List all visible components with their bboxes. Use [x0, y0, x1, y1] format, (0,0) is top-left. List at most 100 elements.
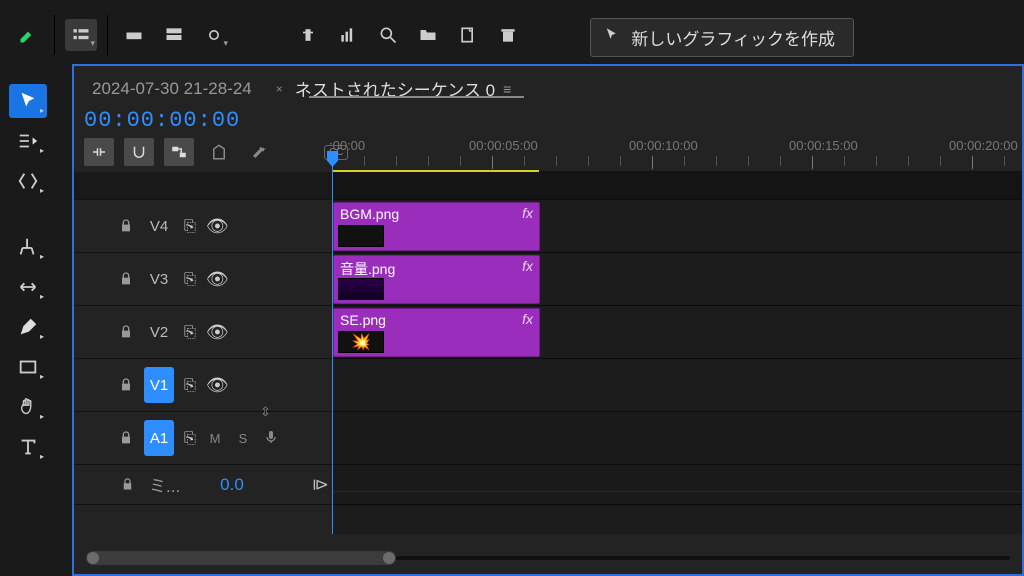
ruler-label: 00:00:05:00: [469, 138, 538, 153]
new-item-button[interactable]: [452, 19, 484, 51]
linked-selection-button[interactable]: [164, 138, 194, 166]
sequence-tab-inactive[interactable]: 2024-07-30 21-28-24: [92, 79, 252, 99]
track-header-a1[interactable]: A1 ⎘ M S ⇳: [74, 412, 332, 465]
clip-name: 音量.png: [340, 261, 395, 277]
active-tab-underline: [309, 96, 524, 98]
lock-icon[interactable]: [118, 324, 134, 340]
clip-fx-badge: fx: [522, 205, 533, 221]
single-track-button[interactable]: [118, 19, 150, 51]
track-header-v3[interactable]: V3 ⎘ 👁: [74, 253, 332, 306]
clip-thumbnail: 💥: [338, 331, 384, 353]
track-header-spacer: [74, 172, 332, 200]
toggle-output-icon[interactable]: 👁: [206, 375, 229, 396]
timeline-panel: 2024-07-30 21-28-24 × ネストされたシーケンス 0 ≡ 00…: [72, 64, 1024, 576]
lane-spacer: [333, 172, 1022, 200]
lock-icon[interactable]: [118, 377, 134, 393]
search-button[interactable]: [372, 19, 404, 51]
clip-v4[interactable]: BGM.png fx: [333, 202, 540, 251]
timeline-options-row: CC: [84, 138, 348, 166]
track-header-v1[interactable]: V1 ⎘ 👁: [74, 359, 332, 412]
lock-icon[interactable]: [118, 218, 134, 234]
clip-thumbnail: [338, 225, 384, 247]
track-header-v2[interactable]: V2 ⎘ 👁: [74, 306, 332, 359]
toggle-output-icon[interactable]: 👁: [206, 269, 229, 290]
collapse-icon[interactable]: ⧐: [312, 475, 329, 495]
lane-v2[interactable]: SE.png fx 💥: [333, 306, 1022, 359]
track-lanes[interactable]: BGM.png fx 音量.png fx SE.png fx 💥: [332, 172, 1022, 534]
playhead-timecode[interactable]: 00:00:00:00: [84, 108, 240, 133]
mix-value[interactable]: 0.0: [220, 475, 244, 495]
pen-tool[interactable]: ▸: [9, 310, 47, 344]
snap-button[interactable]: [124, 138, 154, 166]
hand-tool[interactable]: ▸: [9, 390, 47, 424]
lane-mix[interactable]: [333, 465, 1022, 505]
track-target[interactable]: V3: [144, 261, 174, 297]
mix-label: ミ...: [149, 472, 180, 497]
lane-v1[interactable]: [333, 359, 1022, 412]
slip-tool[interactable]: ▸: [9, 270, 47, 304]
list-view-button[interactable]: ▾: [65, 19, 97, 51]
hscroll-thumb[interactable]: [86, 551, 396, 565]
new-graphic-button[interactable]: 新しいグラフィックを作成: [590, 18, 854, 57]
add-marker-button[interactable]: [292, 19, 324, 51]
clip-name: SE.png: [340, 312, 386, 328]
sync-lock-icon[interactable]: ⎘: [184, 271, 196, 288]
insert-mode-button[interactable]: [84, 138, 114, 166]
tab-label: 2024-07-30 21-28-24: [92, 79, 252, 99]
track-target[interactable]: V4: [144, 208, 174, 244]
lane-v4[interactable]: BGM.png fx: [333, 200, 1022, 253]
track-target[interactable]: V1: [144, 367, 174, 403]
ruler-label: 00:00:20:00: [949, 138, 1018, 153]
lock-icon[interactable]: [120, 477, 135, 492]
ripple-edit-tool[interactable]: ▸: [9, 164, 47, 198]
clip-v3[interactable]: 音量.png fx: [333, 255, 540, 304]
tool-column: ▸ ▸ ▸ ▸ ▸ ▸ ▸ ▸ ▸: [6, 84, 50, 464]
sync-lock-icon[interactable]: ⎘: [184, 218, 196, 235]
track-headers: V4 ⎘ 👁 V3 ⎘ 👁 V2 ⎘ 👁 V1 ⎘ 👁 A1 ⎘ M S: [74, 172, 332, 534]
toolbar-separator: [54, 15, 55, 55]
mix-track-header[interactable]: ミ... 0.0 ⧐: [74, 465, 332, 505]
tab-close-icon[interactable]: ×: [276, 82, 283, 96]
trash-button[interactable]: [492, 19, 524, 51]
lane-v3[interactable]: 音量.png fx: [333, 253, 1022, 306]
mute-button[interactable]: M: [206, 431, 224, 446]
razor-tool[interactable]: ▸: [9, 230, 47, 264]
ruler-label: :00:00: [329, 138, 365, 153]
clip-name: BGM.png: [340, 206, 399, 222]
lane-a1[interactable]: [333, 412, 1022, 465]
marker-button[interactable]: [204, 138, 234, 166]
ruler-label: 00:00:10:00: [629, 138, 698, 153]
toggle-output-icon[interactable]: 👁: [206, 322, 229, 343]
track-select-tool[interactable]: ▸: [9, 124, 47, 158]
rectangle-tool[interactable]: ▸: [9, 350, 47, 384]
timeline-hscroll: [74, 548, 1022, 568]
clip-v2[interactable]: SE.png fx 💥: [333, 308, 540, 357]
toolbar-separator: [107, 15, 108, 55]
voiceover-button[interactable]: [262, 429, 280, 448]
track-target[interactable]: V2: [144, 314, 174, 350]
levels-button[interactable]: [332, 19, 364, 51]
clip-thumbnail: [338, 278, 384, 300]
track-target[interactable]: A1: [144, 420, 174, 456]
sync-lock-icon[interactable]: ⎘: [184, 430, 196, 447]
ruler-label: 00:00:15:00: [789, 138, 858, 153]
marker-pen-tool[interactable]: [12, 19, 44, 51]
sync-lock-icon[interactable]: ⎘: [184, 324, 196, 341]
sync-lock-icon[interactable]: ⎘: [184, 377, 196, 394]
track-header-v4[interactable]: V4 ⎘ 👁: [74, 200, 332, 253]
selection-tool[interactable]: ▸: [9, 84, 47, 118]
time-ruler[interactable]: :00:00 00:00:05:00 00:00:10:00 00:00:15:…: [332, 138, 1022, 172]
drag-handle-icon[interactable]: ⇳: [260, 404, 271, 420]
toggle-output-icon[interactable]: 👁: [206, 216, 229, 237]
lock-icon[interactable]: [118, 430, 134, 446]
tab-menu-icon[interactable]: ≡: [503, 81, 509, 97]
folder-button[interactable]: [412, 19, 444, 51]
solo-button[interactable]: S: [234, 431, 252, 446]
stacked-tracks-button[interactable]: [158, 19, 190, 51]
clip-fx-badge: fx: [522, 311, 533, 327]
new-graphic-label: 新しいグラフィックを作成: [631, 25, 835, 50]
settings-button[interactable]: [244, 138, 274, 166]
type-tool[interactable]: ▸: [9, 430, 47, 464]
lock-icon[interactable]: [118, 271, 134, 287]
circle-mode-button[interactable]: ▾: [198, 19, 230, 51]
